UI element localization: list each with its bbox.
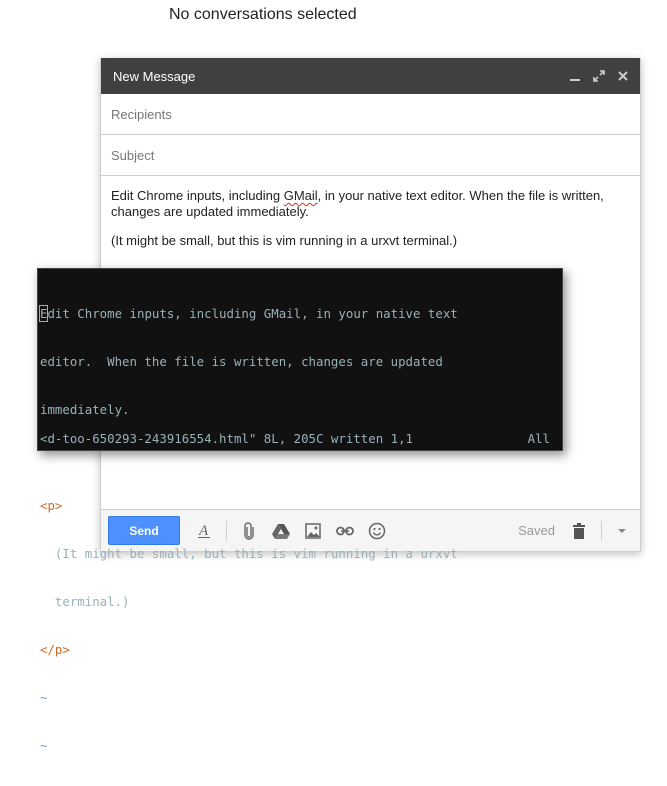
vim-status-message: <d-too-650293-243916554.html" 8L, 205C w… (40, 431, 413, 446)
terminal-line-html-tag: <p> (40, 498, 63, 513)
subject-input[interactable] (111, 147, 640, 163)
more-options-icon[interactable] (612, 521, 632, 541)
terminal-line: (It might be small, but this is vim runn… (40, 546, 458, 561)
terminal-line-html-tag: </p> (40, 642, 70, 657)
empty-state-text: No conversations selected (169, 6, 357, 23)
terminal-empty-line-marker: ~ (40, 690, 48, 705)
terminal-line: Edit Chrome inputs, including GMail, in … (38, 305, 562, 322)
toolbar-divider (601, 520, 602, 541)
terminal-line: immediately. (40, 402, 130, 417)
body-paragraph-2: (It might be small, but this is vim runn… (111, 233, 458, 248)
misspelled-word[interactable]: GMail (284, 188, 318, 203)
terminal-line: terminal.) (40, 594, 130, 609)
minimize-icon[interactable] (568, 69, 582, 83)
compose-title: New Message (113, 68, 196, 84)
subject-field[interactable] (101, 135, 640, 176)
header-controls (568, 69, 640, 83)
recipients-input[interactable] (111, 106, 640, 122)
vim-terminal[interactable]: Edit Chrome inputs, including GMail, in … (37, 268, 563, 753)
close-icon[interactable] (616, 69, 630, 83)
message-body[interactable]: Edit Chrome inputs, including GMail, in … (101, 176, 640, 249)
terminal-line: editor. When the file is written, change… (40, 354, 443, 369)
expand-icon[interactable] (592, 69, 606, 83)
compose-header[interactable]: New Message (101, 58, 640, 94)
vim-status-line: <d-too-650293-243916554.html" 8L, 205C w… (40, 431, 562, 447)
body-paragraph-1: Edit Chrome inputs, including GMail, in … (111, 188, 630, 220)
recipients-field[interactable] (101, 94, 640, 135)
terminal-text: dit Chrome inputs, including GMail, in y… (47, 306, 458, 321)
trash-icon[interactable] (569, 521, 589, 541)
terminal-empty-line-marker: ~ (40, 738, 48, 753)
body-text: Edit Chrome inputs, including (111, 188, 284, 203)
vim-scroll-position: All (527, 431, 550, 446)
